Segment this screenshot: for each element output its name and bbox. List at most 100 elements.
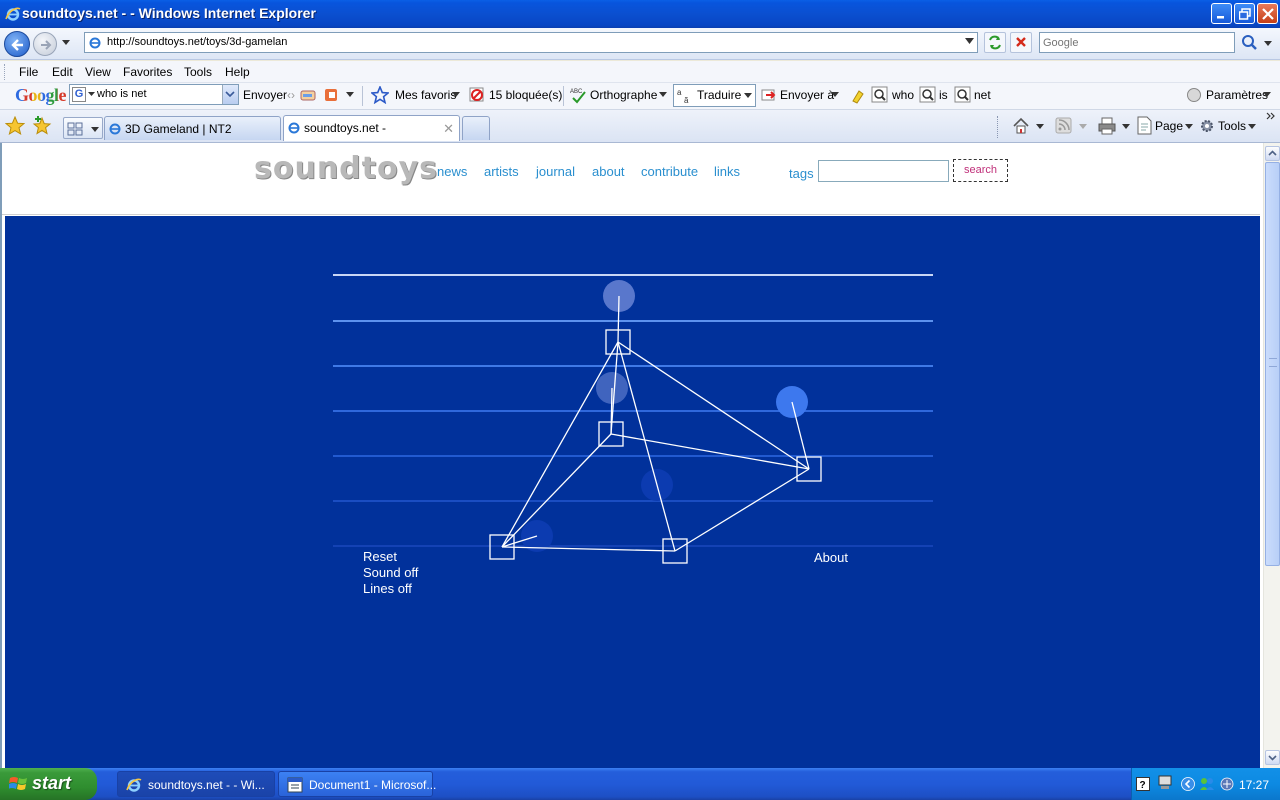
live-search-input[interactable]	[1040, 33, 1230, 52]
tab-list-dropdown-icon[interactable]	[91, 127, 99, 133]
tray-collapse-icon[interactable]	[1181, 776, 1195, 792]
term-search-icon[interactable]	[919, 86, 937, 104]
gamelan-stage[interactable]: Reset Sound off Lines off About	[5, 216, 1260, 768]
chevron-more-icon[interactable]	[1266, 112, 1276, 122]
close-tab-icon[interactable]: ✕	[443, 121, 454, 137]
messenger-icon[interactable]	[1199, 776, 1215, 792]
tab-3d-gameland[interactable]: 3D Gameland | NT2	[104, 116, 281, 140]
scroll-down-button[interactable]	[1265, 750, 1280, 765]
network-icon[interactable]	[1219, 776, 1235, 792]
url-field[interactable]: http://soundtoys.net/toys/3d-gamelan	[84, 32, 978, 53]
pagerank-icon[interactable]	[299, 86, 317, 104]
page-menu-button[interactable]: Page	[1155, 119, 1183, 133]
favorites-star-icon[interactable]	[5, 116, 25, 136]
nav-about[interactable]: about	[592, 164, 625, 179]
spellcheck-icon[interactable]: ABC	[570, 86, 588, 104]
start-button[interactable]: start	[0, 768, 97, 800]
tab-bar: 3D Gameland | NT2 soundtoys.net - ✕ Page…	[0, 110, 1280, 143]
term-is[interactable]: is	[939, 88, 948, 102]
term-who[interactable]: who	[892, 88, 914, 102]
menu-tools[interactable]: Tools	[184, 65, 212, 79]
window-title: soundtoys.net - - Windows Internet Explo…	[22, 5, 316, 21]
settings-circle-icon[interactable]	[1186, 87, 1202, 103]
send-to-icon[interactable]	[760, 86, 778, 104]
stop-button[interactable]	[1010, 32, 1032, 53]
history-dropdown-icon[interactable]	[62, 40, 70, 46]
spellcheck-dropdown-icon[interactable]	[659, 92, 667, 98]
translate-button[interactable]: aã Traduire	[673, 84, 756, 107]
feeds-dropdown-icon[interactable]	[1079, 124, 1087, 130]
blocked-popups-count[interactable]: 15 bloquée(s)	[489, 88, 562, 102]
display-icon[interactable]	[1158, 775, 1172, 791]
google-search-field[interactable]: G who is net	[69, 84, 239, 105]
send-to-button[interactable]: Envoyer à	[780, 88, 834, 102]
url-dropdown-icon[interactable]	[965, 38, 974, 45]
forward-button[interactable]	[33, 32, 57, 56]
refresh-button[interactable]	[984, 32, 1006, 53]
back-button[interactable]	[4, 31, 30, 57]
nav-news[interactable]: news	[437, 164, 467, 179]
taskbar-item-ie[interactable]: soundtoys.net - - Wi...	[117, 771, 275, 797]
highlighter-icon[interactable]	[849, 86, 867, 104]
menu-view[interactable]: View	[85, 65, 111, 79]
tags-search-input[interactable]	[818, 160, 949, 182]
nav-contribute[interactable]: contribute	[641, 164, 698, 179]
sound-off-link[interactable]: Sound off	[363, 565, 418, 580]
settings-dropdown-icon[interactable]	[1263, 92, 1271, 98]
home-icon[interactable]	[1012, 117, 1030, 135]
menu-file[interactable]: File	[19, 65, 38, 79]
nav-artists[interactable]: artists	[484, 164, 519, 179]
bookmarks-button[interactable]: Mes favoris	[395, 88, 456, 102]
quick-tabs-button[interactable]	[63, 117, 103, 139]
popup-blocker-icon[interactable]	[323, 86, 341, 104]
tools-dropdown-icon[interactable]	[1248, 124, 1256, 130]
taskbar-item-word[interactable]: Document1 - Microsof...	[278, 771, 436, 797]
restore-button[interactable]	[1234, 3, 1255, 24]
g-dropdown-icon[interactable]	[88, 92, 95, 97]
about-link[interactable]: About	[814, 550, 848, 565]
search-go-icon[interactable]	[1239, 32, 1261, 53]
help-icon[interactable]: ?	[1136, 777, 1150, 791]
search-options-icon[interactable]	[1264, 41, 1272, 47]
nav-journal[interactable]: journal	[536, 164, 575, 179]
options-dropdown-icon[interactable]	[346, 92, 354, 98]
print-icon[interactable]	[1097, 117, 1117, 135]
gamelan-visualization[interactable]	[5, 216, 1260, 768]
soundtoys-logo[interactable]: soundtoys	[254, 151, 438, 186]
menu-edit[interactable]: Edit	[52, 65, 73, 79]
bookmarks-dropdown-icon[interactable]	[452, 92, 460, 98]
print-dropdown-icon[interactable]	[1122, 124, 1130, 130]
google-search-dropdown[interactable]	[222, 85, 238, 104]
term-search-icon[interactable]	[871, 86, 889, 104]
translate-dropdown-icon[interactable]	[744, 93, 752, 99]
spellcheck-button[interactable]: Orthographe	[590, 88, 657, 102]
scroll-thumb[interactable]	[1265, 162, 1280, 566]
reset-link[interactable]: Reset	[363, 549, 397, 564]
term-net[interactable]: net	[974, 88, 991, 102]
star-icon[interactable]	[371, 86, 389, 104]
menu-help[interactable]: Help	[225, 65, 250, 79]
tools-menu-button[interactable]: Tools	[1218, 119, 1246, 133]
term-search-icon[interactable]	[954, 86, 972, 104]
tab-soundtoys[interactable]: soundtoys.net - ✕	[283, 115, 460, 141]
scroll-up-button[interactable]	[1265, 146, 1280, 161]
feeds-icon[interactable]	[1055, 117, 1073, 135]
minimize-button[interactable]	[1211, 3, 1232, 24]
nav-links[interactable]: links	[714, 164, 740, 179]
settings-button[interactable]: Paramètres	[1206, 88, 1268, 102]
tags-search-button[interactable]: search	[953, 159, 1008, 182]
svg-text:a: a	[677, 88, 682, 97]
new-tab-button[interactable]	[462, 116, 490, 140]
close-window-button[interactable]	[1257, 3, 1278, 24]
live-search-field[interactable]	[1039, 32, 1235, 53]
google-send-button[interactable]: Envoyer	[243, 88, 287, 102]
toolbar-grip[interactable]	[4, 64, 7, 80]
vertical-scrollbar[interactable]	[1263, 143, 1280, 768]
page-dropdown-icon[interactable]	[1185, 124, 1193, 130]
home-dropdown-icon[interactable]	[1036, 124, 1044, 130]
blocked-popups-icon[interactable]	[468, 86, 486, 104]
menu-favorites[interactable]: Favorites	[123, 65, 172, 79]
send-to-dropdown-icon[interactable]	[831, 92, 839, 98]
add-favorite-icon[interactable]	[32, 116, 52, 136]
lines-off-link[interactable]: Lines off	[363, 581, 412, 596]
